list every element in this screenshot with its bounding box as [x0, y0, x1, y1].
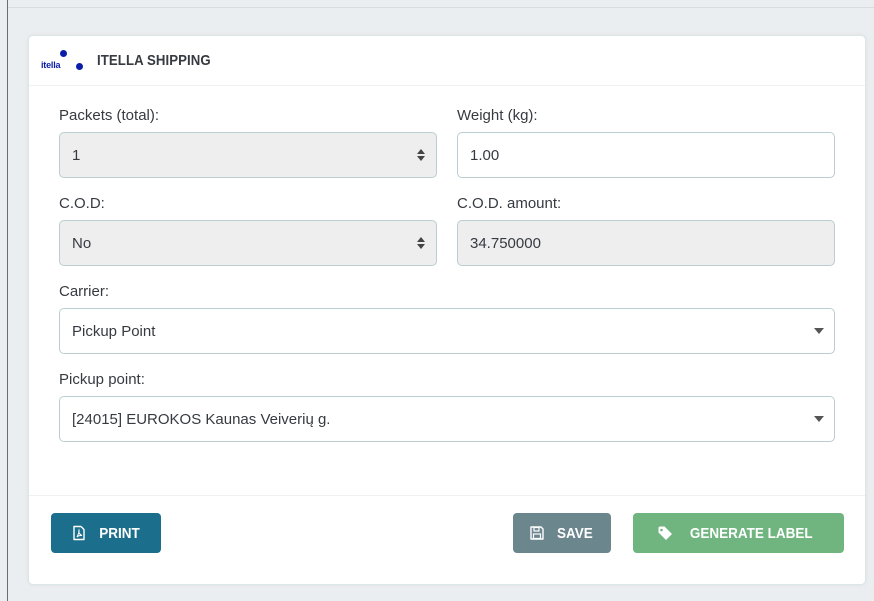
logo-wordmark: itella: [41, 59, 61, 70]
itella-logo: itella: [41, 48, 85, 74]
select-updown-icon: [417, 237, 425, 249]
carrier-dropdown[interactable]: Pickup Point: [59, 308, 835, 354]
pickup-point-value: [24015] EUROKOS Kaunas Veiverių g.: [72, 410, 331, 428]
caret-down-icon: [814, 416, 824, 422]
packets-label: Packets (total):: [59, 107, 160, 124]
packets-value: 1: [72, 146, 81, 164]
weight-value: 1.00: [470, 146, 500, 164]
carrier-group: Carrier: Pickup Point: [59, 282, 835, 354]
packets-weight-row: Packets (total): 1 Weight (kg): 1.00: [59, 106, 835, 178]
print-label: PRINT: [98, 524, 140, 542]
caret-down-icon: [814, 328, 824, 334]
pickup-point-dropdown[interactable]: [24015] EUROKOS Kaunas Veiverių g.: [59, 396, 835, 442]
panel-body: Packets (total): 1 Weight (kg): 1.00 C.O…: [29, 86, 865, 442]
cod-label: C.O.D:: [59, 195, 105, 212]
pickup-point-label: Pickup point:: [59, 371, 145, 388]
select-updown-icon: [417, 149, 425, 161]
cod-amount-value: 34.750000: [470, 234, 541, 252]
cod-row: C.O.D: No C.O.D. amount: 34.750000: [59, 194, 835, 266]
floppy-disk-icon: [530, 526, 544, 540]
cod-value: No: [72, 234, 92, 252]
panel-footer: PRINT SAVE GENERATE LABEL: [29, 495, 865, 585]
pdf-file-icon: [72, 525, 85, 541]
cod-amount-input[interactable]: 34.750000: [457, 220, 835, 266]
save-label: SAVE: [557, 524, 593, 542]
save-button[interactable]: SAVE: [513, 513, 611, 553]
carrier-label: Carrier:: [59, 283, 110, 300]
window-left-edge: [0, 0, 8, 601]
tag-icon: [658, 526, 673, 540]
generate-label-text: GENERATE LABEL: [690, 524, 813, 542]
logo-dot-top: [60, 49, 67, 57]
cod-amount-label: C.O.D. amount:: [457, 195, 562, 212]
pickup-point-group: Pickup point: [24015] EUROKOS Kaunas Vei…: [59, 370, 835, 442]
itella-shipping-panel: itella ITELLA SHIPPING Packets (total): …: [28, 35, 866, 585]
panel-header: itella ITELLA SHIPPING: [29, 36, 865, 86]
window-top-edge: [0, 0, 874, 8]
weight-input[interactable]: 1.00: [457, 132, 835, 178]
weight-label: Weight (kg):: [457, 107, 538, 124]
panel-title: ITELLA SHIPPING: [97, 52, 211, 69]
print-button[interactable]: PRINT: [51, 513, 161, 553]
logo-dot-end: [76, 62, 83, 70]
cod-select[interactable]: No: [59, 220, 437, 266]
packets-select[interactable]: 1: [59, 132, 437, 178]
carrier-value: Pickup Point: [72, 322, 156, 340]
generate-label-button[interactable]: GENERATE LABEL: [633, 513, 844, 553]
